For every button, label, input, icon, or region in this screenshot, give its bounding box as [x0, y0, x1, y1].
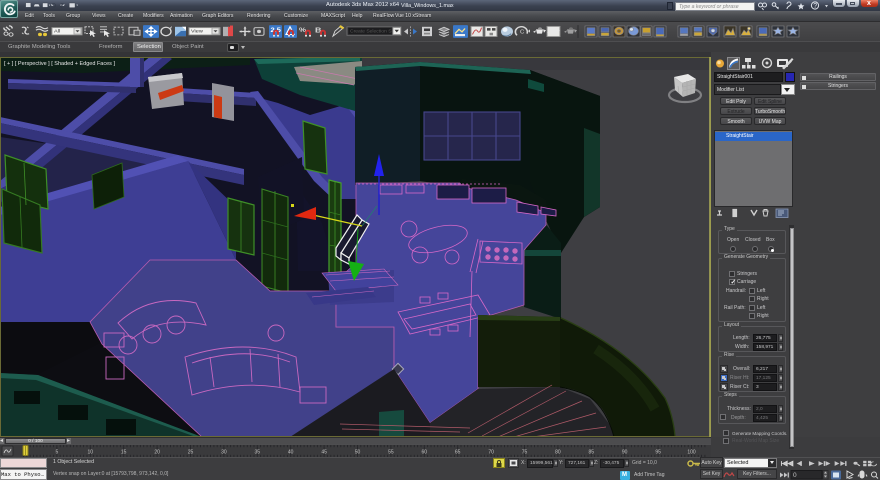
svg-text:80: 80 — [555, 450, 561, 456]
svg-text:95: 95 — [655, 450, 661, 456]
svg-text:30: 30 — [221, 450, 227, 456]
svg-text:50: 50 — [355, 450, 361, 456]
svg-text:100: 100 — [687, 450, 696, 456]
svg-text:5: 5 — [56, 450, 59, 456]
svg-text:85: 85 — [589, 450, 595, 456]
svg-text:All: All — [54, 29, 60, 34]
svg-text:10: 10 — [88, 450, 94, 456]
svg-text:[ + ] [ Perspective ] [ Shaded: [ + ] [ Perspective ] [ Shaded + Edged F… — [4, 61, 115, 67]
svg-text:0: 0 — [793, 472, 797, 479]
svg-text:20: 20 — [154, 450, 160, 456]
svg-text:45: 45 — [321, 450, 327, 456]
svg-text:70: 70 — [488, 450, 494, 456]
svg-text:?: ? — [813, 3, 817, 10]
svg-text:15: 15 — [121, 450, 127, 456]
svg-text:40: 40 — [288, 450, 294, 456]
svg-text:75: 75 — [522, 450, 528, 456]
svg-text:65: 65 — [455, 450, 461, 456]
svg-text:View: View — [191, 29, 203, 34]
svg-text:55: 55 — [388, 450, 394, 456]
svg-text:Create Selection S: Create Selection S — [350, 29, 392, 34]
svg-text:C: C — [520, 30, 524, 35]
svg-text:90: 90 — [622, 450, 628, 456]
svg-text:60: 60 — [422, 450, 428, 456]
svg-text:35: 35 — [255, 450, 261, 456]
svg-text:25: 25 — [188, 450, 194, 456]
